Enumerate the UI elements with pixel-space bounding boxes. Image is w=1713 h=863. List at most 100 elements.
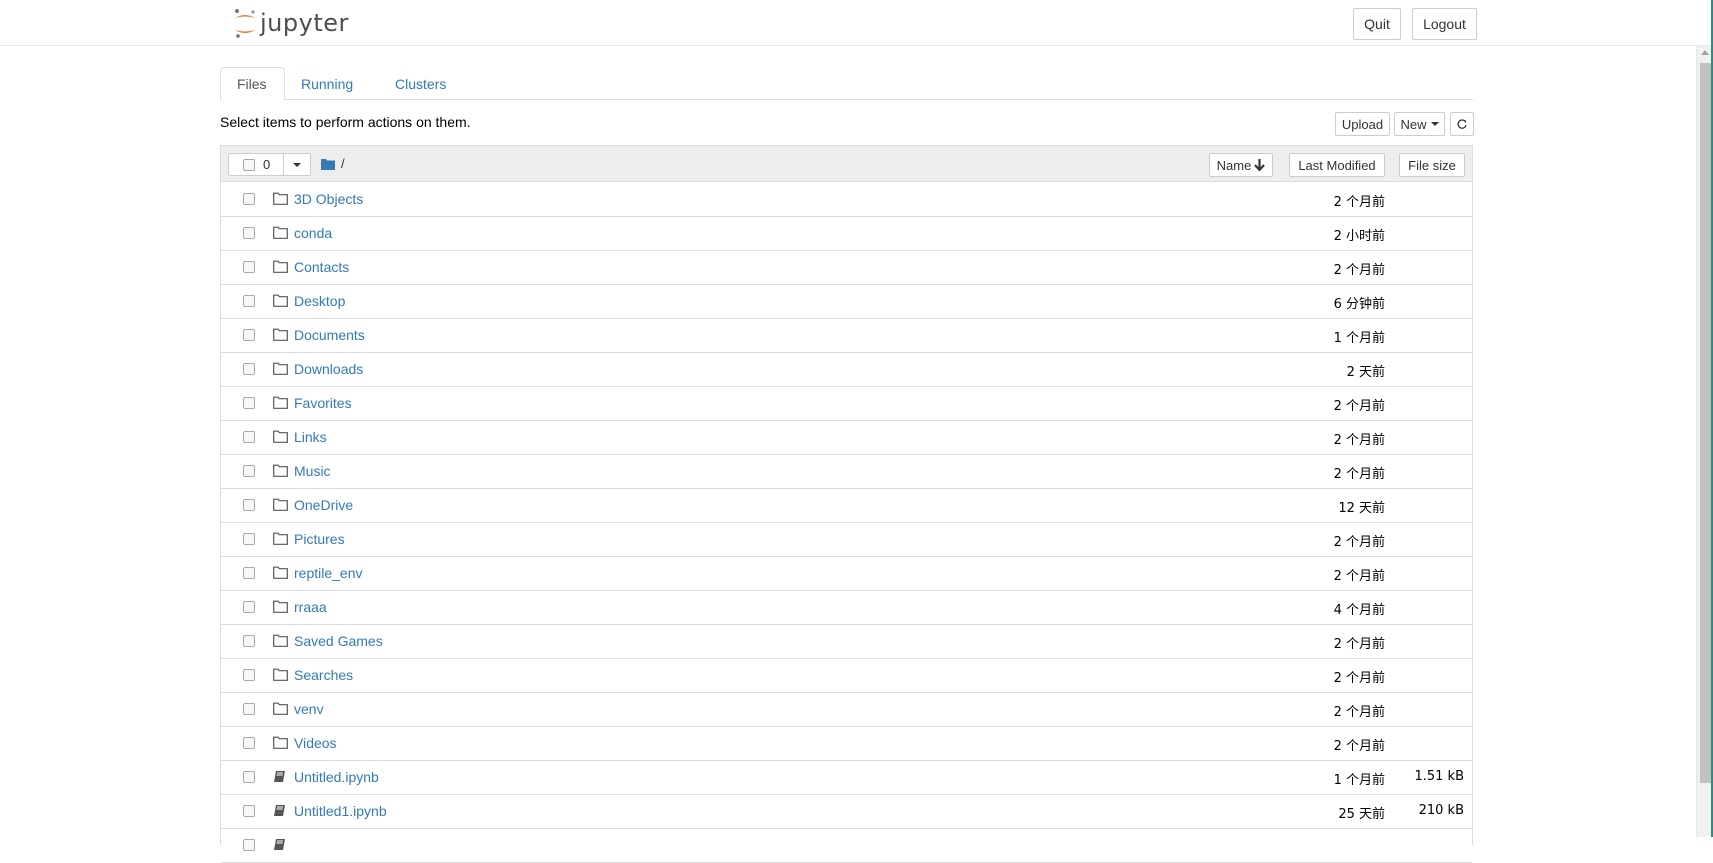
- item-name-link[interactable]: Searches: [294, 667, 353, 683]
- refresh-icon: [1457, 118, 1467, 129]
- item-checkbox[interactable]: [243, 227, 255, 239]
- list-item[interactable]: Videos 2 个月前: [221, 727, 1472, 761]
- list-item[interactable]: Music 2 个月前: [221, 455, 1472, 489]
- item-name-link[interactable]: Music: [294, 463, 331, 479]
- item-checkbox[interactable]: [243, 805, 255, 817]
- item-name-link[interactable]: Saved Games: [294, 633, 383, 649]
- item-name-link[interactable]: venv: [294, 701, 324, 717]
- list-item[interactable]: Contacts 2 个月前: [221, 251, 1472, 285]
- breadcrumb-root[interactable]: /: [341, 156, 345, 171]
- item-last-modified: 2 小时前: [1333, 229, 1385, 244]
- list-item[interactable]: venv 2 个月前: [221, 693, 1472, 727]
- item-checkbox[interactable]: [243, 635, 255, 647]
- list-item[interactable]: 3D Objects 2 个月前: [221, 183, 1472, 217]
- file-list-header: 0 / Name Last Modified File size: [221, 146, 1472, 182]
- item-last-modified: 2 个月前: [1333, 195, 1385, 210]
- list-item[interactable]: conda 2 小时前: [221, 217, 1472, 251]
- list-item[interactable]: Saved Games 2 个月前: [221, 625, 1472, 659]
- folder-icon[interactable]: [321, 158, 335, 170]
- sort-by-last-modified-button[interactable]: Last Modified: [1289, 153, 1385, 177]
- file-list: 0 / Name Last Modified File size 3D Obje…: [220, 145, 1473, 863]
- notebook-icon: [273, 804, 289, 818]
- new-button-label: New: [1400, 116, 1427, 132]
- select-all-control[interactable]: 0: [229, 154, 284, 175]
- item-name-link[interactable]: Desktop: [294, 293, 345, 309]
- list-item[interactable]: Pictures 2 个月前: [221, 523, 1472, 557]
- item-name-link[interactable]: conda: [294, 225, 332, 241]
- item-name-link[interactable]: reptile_env: [294, 565, 363, 581]
- new-dropdown-button[interactable]: New: [1394, 112, 1445, 136]
- list-item[interactable]: Favorites 2 个月前: [221, 387, 1472, 421]
- item-last-modified: 2 个月前: [1333, 739, 1385, 754]
- item-checkbox[interactable]: [243, 431, 255, 443]
- logout-button[interactable]: Logout: [1412, 8, 1477, 40]
- item-name-link[interactable]: Favorites: [294, 395, 352, 411]
- item-last-modified: 2 个月前: [1333, 433, 1385, 448]
- item-checkbox[interactable]: [243, 737, 255, 749]
- item-name-link[interactable]: OneDrive: [294, 497, 353, 513]
- list-item[interactable]: reptile_env 2 个月前: [221, 557, 1472, 591]
- item-last-modified: 12 天前: [1338, 501, 1385, 516]
- list-item[interactable]: OneDrive 12 天前: [221, 489, 1472, 523]
- item-name-link[interactable]: Videos: [294, 735, 337, 751]
- item-last-modified: 2 个月前: [1333, 399, 1385, 414]
- item-checkbox[interactable]: [243, 329, 255, 341]
- tab-running[interactable]: Running: [285, 67, 369, 101]
- folder-icon: [273, 566, 289, 580]
- folder-icon: [273, 192, 289, 206]
- item-last-modified: 2 个月前: [1333, 535, 1385, 550]
- list-item[interactable]: Links 2 个月前: [221, 421, 1472, 455]
- folder-icon: [273, 226, 289, 240]
- upload-button[interactable]: Upload: [1335, 112, 1390, 136]
- item-checkbox[interactable]: [243, 465, 255, 477]
- item-checkbox[interactable]: [243, 601, 255, 613]
- item-checkbox[interactable]: [243, 669, 255, 681]
- item-checkbox[interactable]: [243, 771, 255, 783]
- folder-icon: [273, 328, 289, 342]
- select-menu-dropdown[interactable]: [284, 154, 310, 175]
- list-item[interactable]: Documents 1 个月前: [221, 319, 1472, 353]
- item-checkbox[interactable]: [243, 533, 255, 545]
- item-checkbox[interactable]: [243, 193, 255, 205]
- list-item[interactable]: Searches 2 个月前: [221, 659, 1472, 693]
- item-name-link[interactable]: Pictures: [294, 531, 345, 547]
- list-item[interactable]: Desktop 6 分钟前: [221, 285, 1472, 319]
- list-item[interactable]: rraaa 4 个月前: [221, 591, 1472, 625]
- item-name-link[interactable]: rraaa: [294, 599, 327, 615]
- list-item[interactable]: Untitled1.ipynb 25 天前 210 kB: [221, 795, 1472, 829]
- tab-files[interactable]: Files: [220, 67, 285, 101]
- notebook-icon: [273, 838, 289, 852]
- folder-icon: [273, 668, 289, 682]
- item-checkbox[interactable]: [243, 839, 255, 851]
- select-all-group[interactable]: 0: [228, 153, 311, 176]
- item-checkbox[interactable]: [243, 363, 255, 375]
- item-checkbox[interactable]: [243, 703, 255, 715]
- sort-by-name-button[interactable]: Name: [1209, 153, 1273, 177]
- scrollbar-thumb[interactable]: [1700, 63, 1711, 783]
- item-name-link[interactable]: Links: [294, 429, 327, 445]
- refresh-button[interactable]: [1450, 112, 1474, 136]
- tab-clusters[interactable]: Clusters: [379, 67, 462, 101]
- item-checkbox[interactable]: [243, 261, 255, 273]
- list-item[interactable]: Untitled.ipynb 1 个月前 1.51 kB: [221, 761, 1472, 795]
- item-checkbox[interactable]: [243, 567, 255, 579]
- logo-text: jupyter: [260, 9, 349, 37]
- item-name-link[interactable]: Untitled.ipynb: [294, 769, 379, 785]
- item-name-link[interactable]: 3D Objects: [294, 191, 363, 207]
- list-item[interactable]: [221, 829, 1472, 863]
- scroll-up-arrow-icon[interactable]: [1701, 50, 1709, 55]
- item-last-modified: 1 个月前: [1333, 773, 1385, 788]
- jupyter-logo[interactable]: jupyter: [232, 6, 349, 40]
- item-name-link[interactable]: Downloads: [294, 361, 363, 377]
- sort-by-file-size-button[interactable]: File size: [1399, 153, 1465, 177]
- item-name-link[interactable]: Contacts: [294, 259, 349, 275]
- select-all-checkbox[interactable]: [243, 158, 255, 171]
- item-name-link[interactable]: Documents: [294, 327, 365, 343]
- item-checkbox[interactable]: [243, 295, 255, 307]
- quit-button[interactable]: Quit: [1353, 8, 1401, 40]
- item-checkbox[interactable]: [243, 499, 255, 511]
- item-last-modified: 2 个月前: [1333, 263, 1385, 278]
- item-name-link[interactable]: Untitled1.ipynb: [294, 803, 387, 819]
- item-checkbox[interactable]: [243, 397, 255, 409]
- list-item[interactable]: Downloads 2 天前: [221, 353, 1472, 387]
